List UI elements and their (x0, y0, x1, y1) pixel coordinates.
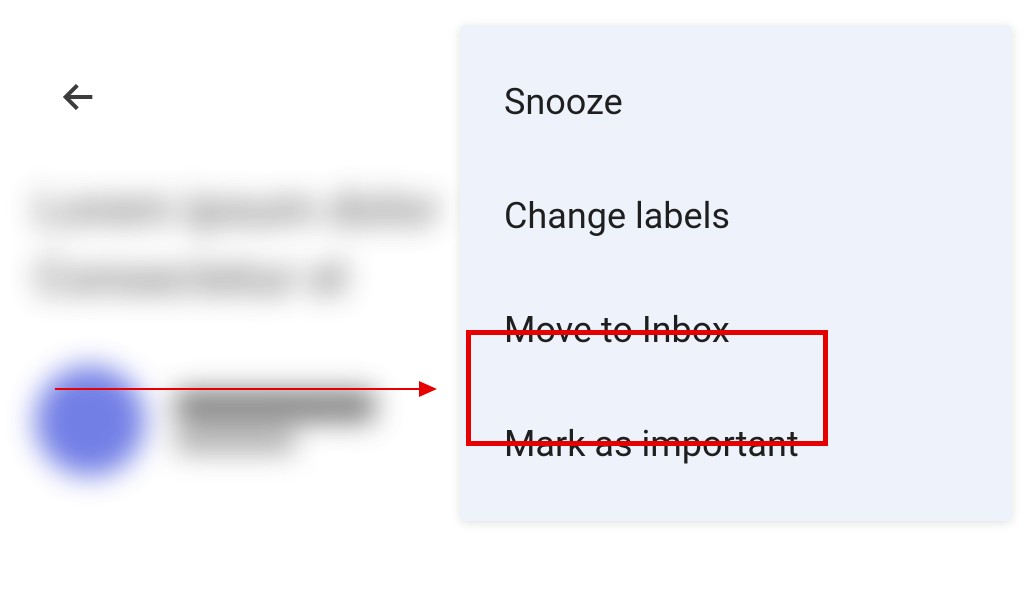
arrow-back-icon (59, 77, 99, 121)
email-preview-blurred: Lorem ipsum dolor Consectetur el (35, 180, 455, 476)
menu-item-move-to-inbox[interactable]: Move to Inbox (460, 273, 1012, 387)
menu-item-change-labels[interactable]: Change labels (460, 159, 1012, 273)
menu-item-snooze[interactable]: Snooze (460, 45, 1012, 159)
overflow-menu: Snooze Change labels Move to Inbox Mark … (460, 25, 1012, 521)
back-button[interactable] (55, 75, 103, 123)
menu-item-mark-as-important[interactable]: Mark as important (460, 387, 1012, 501)
